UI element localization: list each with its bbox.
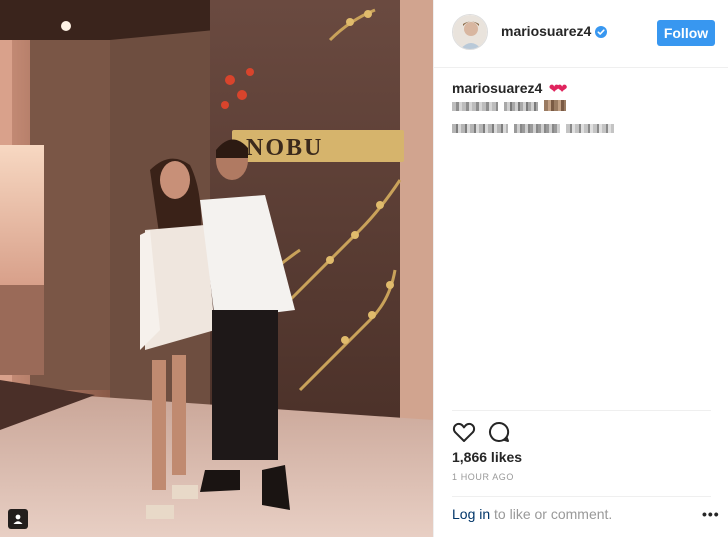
comment-bubble-icon[interactable] (487, 420, 511, 444)
post-timestamp[interactable]: 1 HOUR AGO (452, 472, 514, 482)
follow-button[interactable]: Follow (657, 20, 715, 46)
avatar[interactable] (452, 14, 488, 50)
login-prompt-text: to like or comment. (490, 506, 613, 522)
post-side-panel: mariosuarez4 Follow mariosuarez4 ❤❤ 1,86… (433, 0, 728, 537)
more-options-button[interactable]: ••• (702, 506, 720, 522)
divider (452, 496, 711, 497)
header-username[interactable]: mariosuarez4 (501, 23, 591, 39)
caption-username[interactable]: mariosuarez4 (452, 80, 542, 96)
tagged-people-button[interactable] (8, 509, 28, 529)
person-tag-icon (13, 514, 23, 524)
caption: mariosuarez4 ❤❤ (452, 80, 712, 98)
post-header: mariosuarez4 Follow (434, 0, 728, 68)
heart-outline-icon[interactable] (452, 420, 476, 444)
login-prompt: Log in to like or comment. (452, 506, 612, 522)
photo-scene: NOBU (0, 0, 433, 537)
divider (452, 410, 711, 411)
instagram-post: NOBU mariosuarez4 Follow mariosuarez4 ❤❤… (0, 0, 728, 537)
login-link[interactable]: Log in (452, 506, 490, 522)
caption-emoji: ❤❤ (548, 81, 568, 96)
post-photo[interactable]: NOBU (0, 0, 433, 537)
nobu-sign-text: NOBU (246, 135, 323, 161)
likes-count[interactable]: 1,866 likes (452, 449, 522, 465)
verified-check-icon (595, 26, 607, 38)
